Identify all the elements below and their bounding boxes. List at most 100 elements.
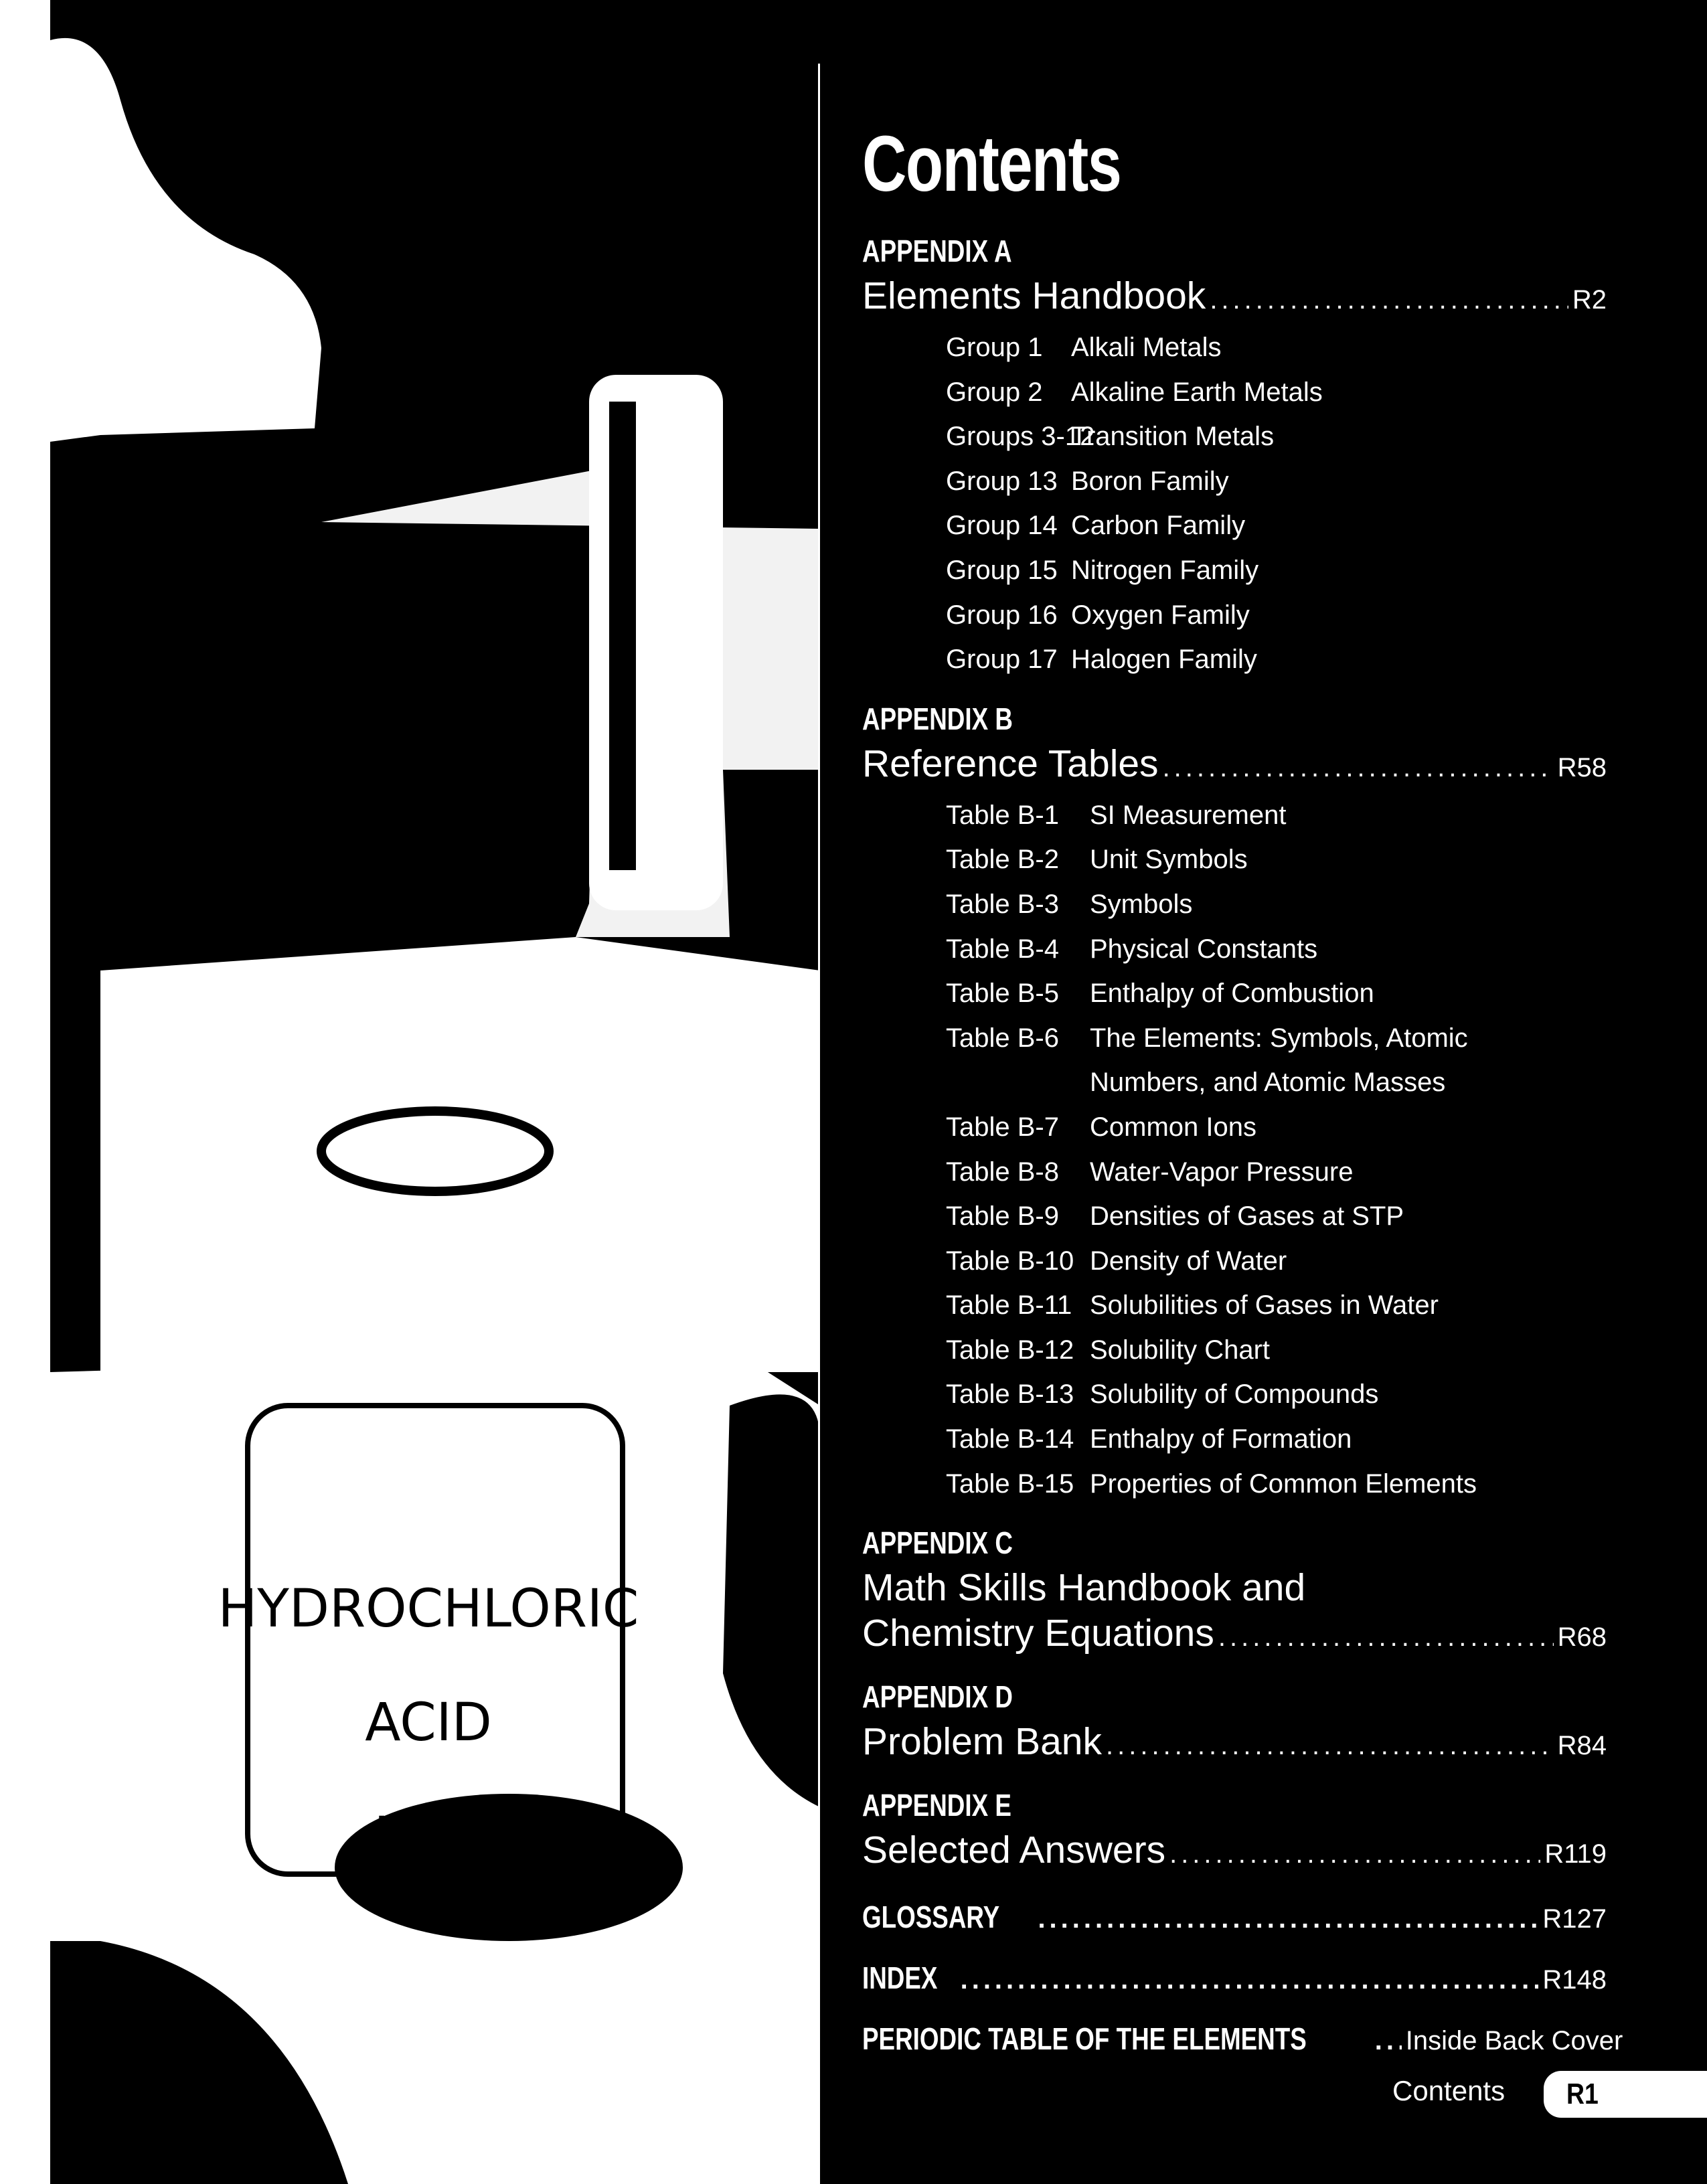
subentry-text: Unit Symbols [1090, 845, 1248, 875]
page-ref: R127 [1542, 1904, 1607, 1934]
page-ref: Inside Back Cover [1405, 2026, 1623, 2056]
toc-subentry[interactable]: Group 14 Carbon Family [862, 503, 1607, 548]
subentry-text: Alkaline Earth Metals [1071, 377, 1323, 407]
footer-section-label: Contents [1392, 2075, 1506, 2106]
entry-title: Chemistry Equations [862, 1612, 1214, 1655]
subentry-key: Group 13 [946, 466, 1058, 496]
subentry-text: SI Measurement [1090, 800, 1287, 830]
bottle-label-line-1: HYDROCHLORIC [218, 1579, 639, 1639]
entry-title: GLOSSARY [862, 1900, 1000, 1935]
toc-entry[interactable]: Reference Tables R58 [862, 741, 1607, 790]
toc-subentry[interactable]: Group 17 Halogen Family [862, 637, 1607, 682]
toc-entry[interactable]: Problem Bank R84 [862, 1719, 1607, 1768]
page-title: Contents [862, 120, 1122, 208]
toc-subentry[interactable]: Table B-12 Solubility Chart [862, 1328, 1607, 1373]
subentry-key: Table B-8 [946, 1157, 1059, 1187]
subentry-text: Water-Vapor Pressure [1090, 1157, 1354, 1187]
toc-subentry[interactable]: Table B-6 The Elements: Symbols, Atomic [862, 1016, 1607, 1061]
entry-title: Problem Bank [862, 1720, 1103, 1764]
toc-subentry[interactable]: Table B-13 Solubility of Compounds [862, 1372, 1607, 1417]
toc-subentry[interactable]: Group 16 Oxygen Family [862, 593, 1607, 638]
subentry-text: Solubilities of Gases in Water [1090, 1290, 1439, 1321]
subentry-text: Densities of Gases at STP [1090, 1201, 1404, 1232]
subentry-text: Boron Family [1071, 466, 1229, 496]
subentry-key: Group 16 [946, 600, 1058, 630]
entry-title: Reference Tables [862, 742, 1159, 785]
toc-subentry[interactable]: Table B-15 Properties of Common Elements [862, 1462, 1607, 1507]
subentry-key: Groups 3-12 [946, 422, 1095, 452]
page-ref: R148 [1542, 1965, 1607, 1995]
toc-subentry[interactable]: Numbers, and Atomic Masses [862, 1060, 1607, 1105]
subentry-text: Transition Metals [1071, 422, 1275, 452]
subentry-text: Common Ions [1090, 1112, 1256, 1142]
dot-leader [1218, 1614, 1554, 1660]
subentry-text: Alkali Metals [1071, 333, 1222, 362]
dot-leader [1163, 745, 1554, 790]
appendix-label: APPENDIX E [862, 1788, 1011, 1823]
subentry-text: Physical Constants [1090, 934, 1318, 964]
subentry-key: Table B-9 [946, 1201, 1059, 1232]
toc-subentry[interactable]: Group 15 Nitrogen Family [862, 548, 1607, 593]
page-ref: R2 [1572, 285, 1607, 315]
appendix-section: APPENDIX B Reference Tables R58 Table B-1 SI… [862, 697, 1607, 1507]
subentry-text: Enthalpy of Formation [1090, 1424, 1352, 1454]
subentry-key: Group 2 [946, 377, 1043, 407]
toc-subentry[interactable]: Table B-4 Physical Constants [862, 927, 1607, 972]
subentry-key: Table B-10 [946, 1246, 1074, 1276]
bottle-label-line-2: ACID [365, 1693, 492, 1753]
subentry-key [946, 1060, 1090, 1105]
subentry-key: Table B-12 [946, 1335, 1074, 1365]
dot-leader [1169, 1831, 1540, 1877]
appendix-section: APPENDIX C Math Skills Handbook and Chemis… [862, 1521, 1607, 1660]
toc-entry[interactable]: Chemistry Equations R68 [862, 1610, 1607, 1660]
toc-subentry[interactable]: Table B-1 SI Measurement [862, 793, 1607, 838]
subentry-text: Oxygen Family [1071, 600, 1250, 630]
table-of-contents: Contents APPENDIX A Elements Handbook R2 Gr… [862, 114, 1623, 2062]
toc-subentry[interactable]: Group 1 Alkali Metals [862, 325, 1607, 370]
toc-subentry[interactable]: Table B-14 Enthalpy of Formation [862, 1417, 1607, 1462]
toc-subentry[interactable]: Group 13 Boron Family [862, 459, 1607, 504]
contents-panel: Contents APPENDIX A Elements Handbook R2 Gr… [820, 0, 1707, 2184]
toc-subentry[interactable]: Table B-8 Water-Vapor Pressure [862, 1150, 1607, 1195]
toc-subentry[interactable]: Table B-2 Unit Symbols [862, 837, 1607, 882]
toc-subentry[interactable]: Group 2 Alkaline Earth Metals [862, 370, 1607, 415]
subentry-text: Symbols [1090, 889, 1193, 919]
subentry-key: Group 1 [946, 333, 1043, 362]
subentry-key: Table B-5 [946, 979, 1059, 1009]
toc-entry-glossary[interactable]: GLOSSARY R127 [862, 1896, 1607, 1940]
toc-subentry[interactable]: Table B-7 Common Ions [862, 1105, 1607, 1150]
appendix-label: APPENDIX B [862, 701, 1013, 736]
entry-title: INDEX [862, 1960, 938, 1996]
subentry-key: Group 14 [946, 511, 1058, 541]
toc-subentry[interactable]: Table B-5 Enthalpy of Combustion [862, 971, 1607, 1016]
subentry-text: Carbon Family [1071, 511, 1246, 541]
toc-subentry[interactable]: Table B-9 Densities of Gases at STP [862, 1194, 1607, 1239]
page-ref: R68 [1557, 1622, 1607, 1653]
subentry-key: Table B-6 [946, 1023, 1059, 1053]
subentry-key: Table B-13 [946, 1379, 1074, 1410]
toc-subentry[interactable]: Groups 3-12 Transition Metals [862, 414, 1607, 459]
appendix-section: APPENDIX D Problem Bank R84 [862, 1675, 1607, 1768]
subentry-key: Table B-7 [946, 1112, 1059, 1142]
appendix-label: APPENDIX C [862, 1525, 1013, 1561]
page-number-tab: R1 [1544, 2071, 1707, 2118]
dot-leader [1038, 1898, 1538, 1940]
appendix-section: APPENDIX A Elements Handbook R2 Group 1 Alka… [862, 229, 1607, 682]
toc-entry-index[interactable]: INDEX R148 [862, 1956, 1607, 2001]
entry-title: PERIODIC TABLE OF THE ELEMENTS [862, 2021, 1307, 2057]
toc-entry[interactable]: Selected Answers R119 [862, 1827, 1607, 1877]
subentry-text: Density of Water [1090, 1246, 1287, 1276]
toc-entry-periodic[interactable]: PERIODIC TABLE OF THE ELEMENTS Inside Bac… [862, 2017, 1623, 2062]
entry-title-line[interactable]: Math Skills Handbook and [862, 1565, 1607, 1610]
subentry-text: Nitrogen Family [1071, 555, 1259, 585]
toc-subentry[interactable]: Table B-11 Solubilities of Gases in Water [862, 1283, 1607, 1328]
dot-leader [1210, 277, 1568, 323]
toc-subentry[interactable]: Table B-10 Density of Water [862, 1239, 1607, 1284]
subentry-key: Table B-11 [946, 1290, 1072, 1321]
dot-leader [1106, 1723, 1554, 1768]
toc-entry[interactable]: Elements Handbook R2 [862, 273, 1607, 323]
bottle-label-line-3: HC1 [374, 1807, 483, 1867]
subentry-text: Solubility Chart [1090, 1335, 1271, 1365]
toc-subentry[interactable]: Table B-3 Symbols [862, 882, 1607, 927]
entry-title: Elements Handbook [862, 274, 1206, 317]
